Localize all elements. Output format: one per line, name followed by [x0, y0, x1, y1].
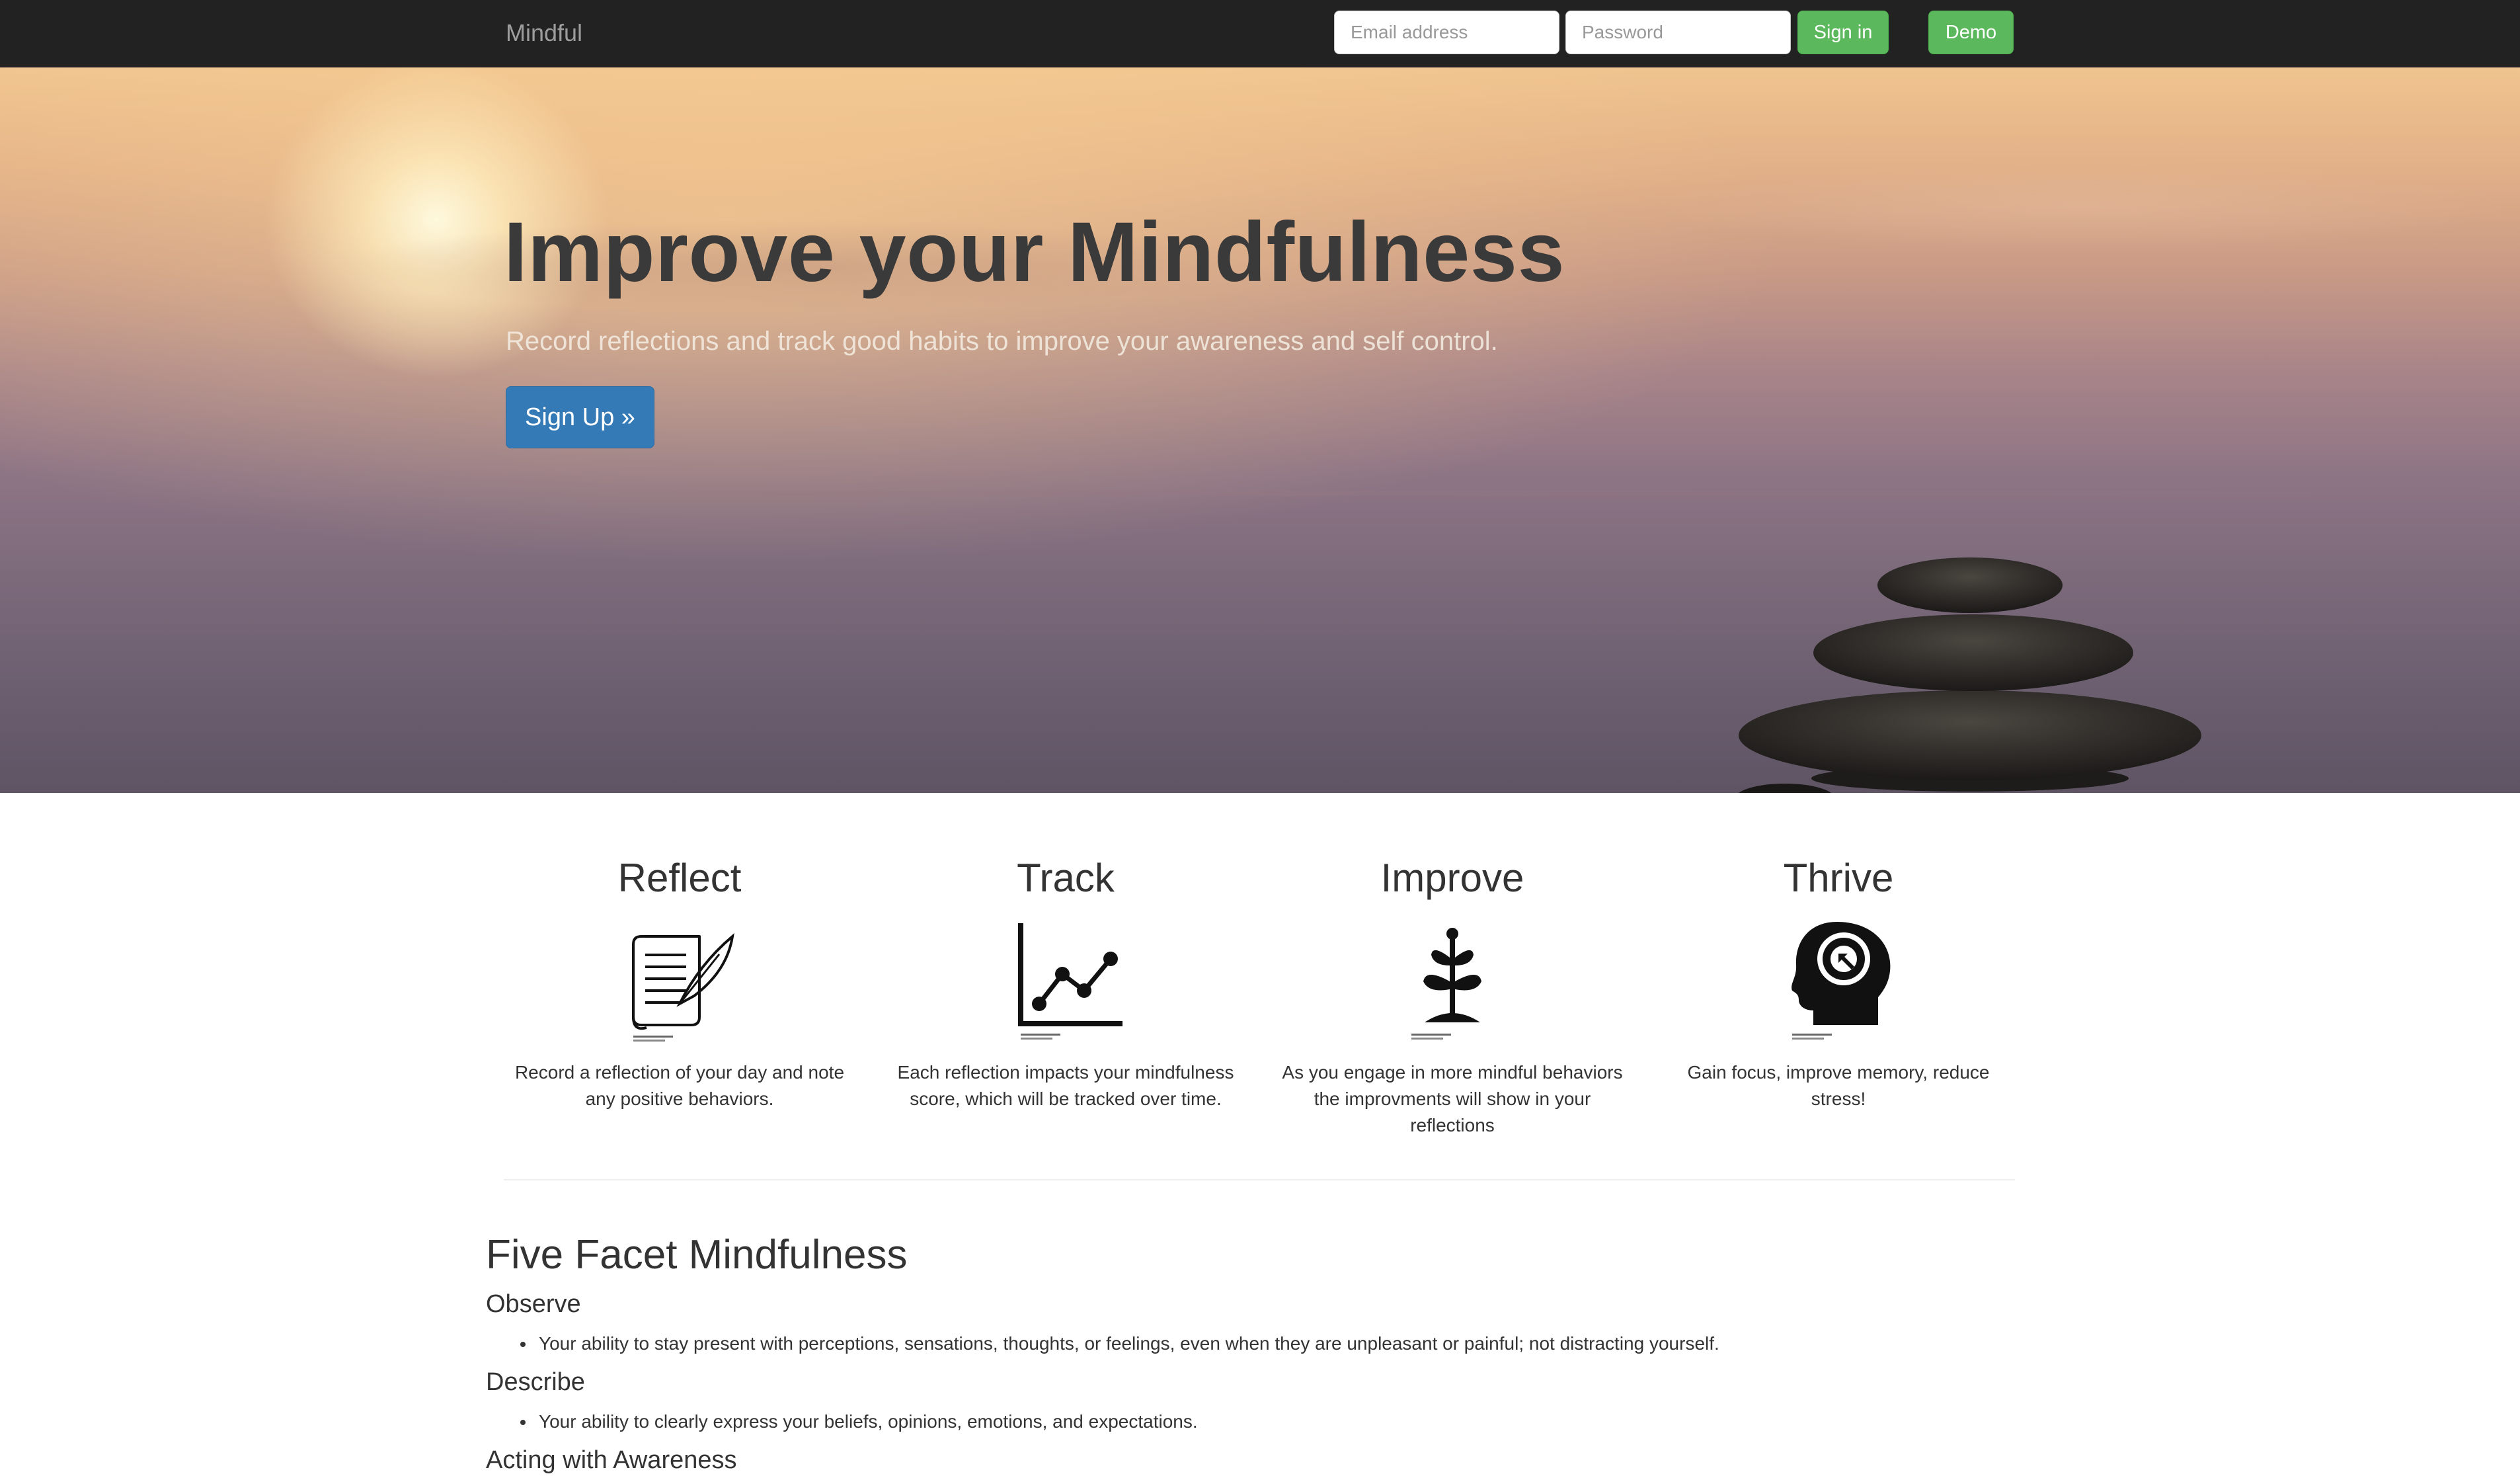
five-facet-title: Five Facet Mindfulness: [486, 1232, 908, 1278]
sign-up-button[interactable]: Sign Up »: [506, 386, 654, 448]
feature-thrive: Thrive Gain focus, improve memory, reduc…: [1653, 853, 2024, 1112]
sprout-icon: [1411, 928, 1481, 1040]
feature-track: Track Each reflection impacts your mindf…: [881, 853, 1251, 1112]
feature-title: Reflect: [617, 856, 742, 900]
section-divider: [504, 1179, 2015, 1180]
facet-heading-describe: Describe: [486, 1368, 585, 1396]
hero-horizon: [0, 491, 2520, 496]
feature-description: As you engage in more mindful behaviors …: [1282, 1062, 1623, 1135]
email-input[interactable]: [1334, 11, 1559, 54]
hero-title: Improve your Mindfulness: [504, 205, 1565, 300]
head-focus-icon: [1792, 922, 1891, 1040]
hero-banner: Improve your Mindfulness Record reflecti…: [0, 67, 2520, 793]
line-chart-icon: [1018, 923, 1122, 1040]
hero-cloud: [1653, 160, 2512, 253]
facet-heading-observe: Observe: [486, 1290, 581, 1318]
feature-title: Thrive: [1783, 856, 1894, 900]
feature-title: Improve: [1380, 856, 1524, 900]
facet-detail-describe: Your ability to clearly express your bel…: [520, 1409, 1198, 1435]
facet-heading-acting-with-awareness: Acting with Awareness: [486, 1446, 737, 1474]
feature-title: Track: [1017, 856, 1115, 900]
feature-description: Record a reflection of your day and note…: [514, 1062, 845, 1109]
feature-improve: Improve As you engage in more mindful be…: [1267, 853, 1637, 1139]
facet-detail-observe: Your ability to stay present with percep…: [520, 1331, 1719, 1357]
stacked-stones-image: [1739, 557, 2201, 793]
feature-reflect: Reflect Record a reflection of your day …: [494, 853, 865, 1112]
brand-link[interactable]: Mindful: [506, 17, 582, 49]
journal-quill-icon: [632, 933, 734, 1042]
feature-description: Each reflection impacts your mindfulness…: [897, 1062, 1234, 1109]
feature-description: Gain focus, improve memory, reduce stres…: [1687, 1062, 1990, 1109]
hero-subtitle: Record reflections and track good habits…: [506, 327, 1498, 356]
password-input[interactable]: [1565, 11, 1791, 54]
sign-in-button[interactable]: Sign in: [1797, 11, 1889, 54]
navbar: Mindful Sign in Demo: [0, 0, 2520, 67]
demo-button[interactable]: Demo: [1928, 11, 2014, 54]
